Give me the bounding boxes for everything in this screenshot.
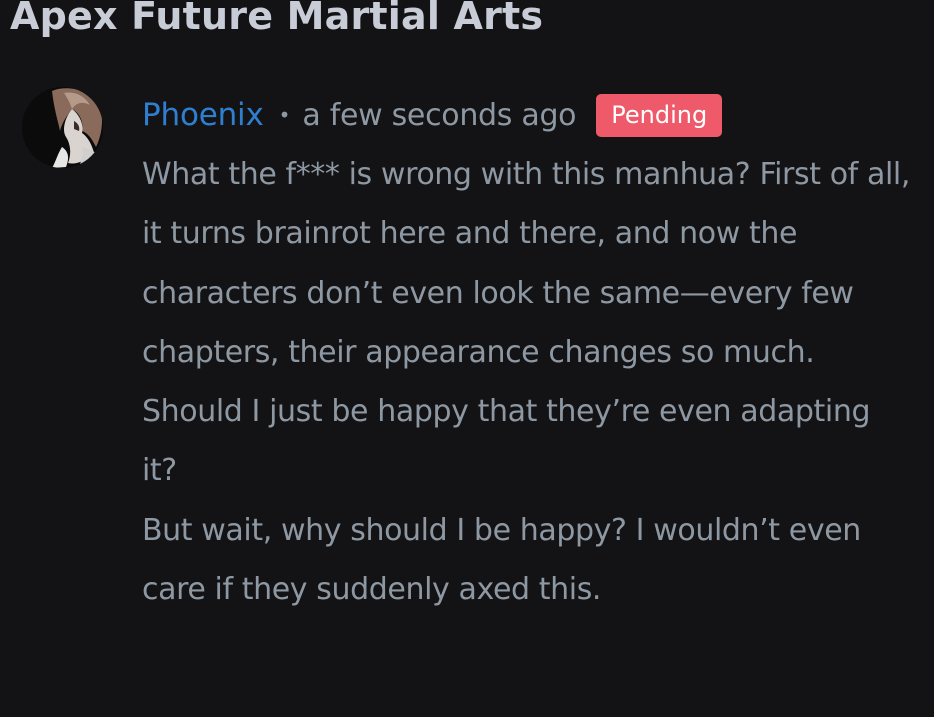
separator-dot: • [278,103,291,127]
comment-paragraph: What the f*** is wrong with this manhua?… [142,157,910,370]
timestamp: a few seconds ago [302,97,577,133]
username-link[interactable]: Phoenix [142,97,264,133]
comment-paragraph: But wait, why should I be happy? I would… [142,512,861,608]
avatar-image [22,87,103,168]
comment-paragraph: Should I just be happy that they’re even… [142,394,871,489]
comment: Phoenix • a few seconds ago Pending What… [0,0,934,717]
avatar[interactable] [22,87,103,168]
comment-meta: Phoenix • a few seconds ago Pending [142,92,723,138]
comment-body: What the f*** is wrong with this manhua?… [142,145,912,619]
status-badge: Pending [596,93,723,137]
